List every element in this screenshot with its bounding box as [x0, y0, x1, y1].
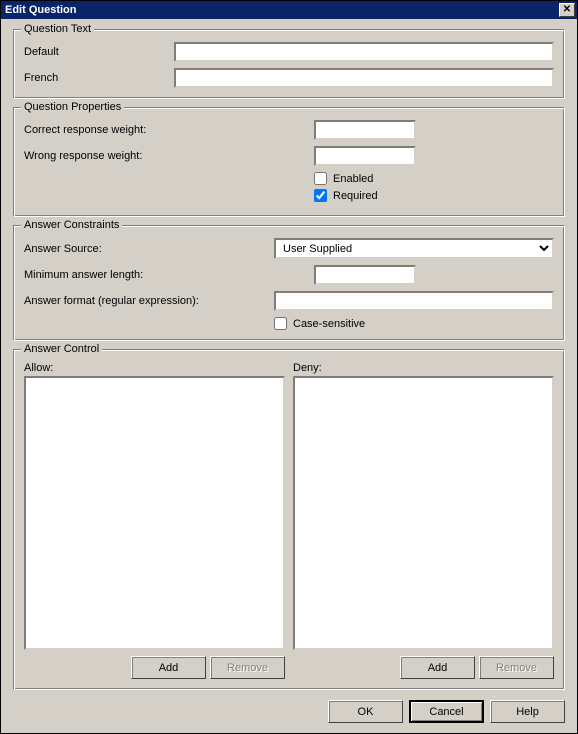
ok-button[interactable]: OK: [328, 700, 403, 723]
answer-control-legend: Answer Control: [21, 343, 102, 355]
allow-label: Allow:: [24, 362, 285, 374]
allow-listbox[interactable]: [24, 376, 285, 650]
correct-weight-input[interactable]: [314, 120, 416, 140]
titlebar: Edit Question ✕: [1, 1, 577, 19]
answer-constraints-legend: Answer Constraints: [21, 219, 122, 231]
question-text-legend: Question Text: [21, 23, 94, 35]
allow-add-button[interactable]: Add: [131, 656, 206, 679]
question-text-group: Question Text Default French: [13, 29, 565, 99]
answer-source-select[interactable]: User Supplied: [274, 238, 554, 259]
answer-constraints-group: Answer Constraints Answer Source: User S…: [13, 225, 565, 341]
answer-format-label: Answer format (regular expression):: [24, 295, 274, 307]
deny-listbox[interactable]: [293, 376, 554, 650]
allow-remove-button[interactable]: Remove: [210, 656, 285, 679]
deny-label: Deny:: [293, 362, 554, 374]
answer-control-group: Answer Control Allow: Add Remove Deny: A…: [13, 349, 565, 690]
cancel-button[interactable]: Cancel: [409, 700, 484, 723]
allow-column: Allow: Add Remove: [24, 362, 285, 679]
french-input[interactable]: [174, 68, 554, 88]
default-label: Default: [24, 46, 174, 58]
french-label: French: [24, 72, 174, 84]
answer-format-input[interactable]: [274, 291, 554, 311]
required-label: Required: [333, 190, 378, 202]
dialog-content: Question Text Default French Question Pr…: [1, 19, 577, 733]
close-icon[interactable]: ✕: [559, 3, 575, 17]
min-length-input[interactable]: [314, 265, 416, 285]
enabled-label: Enabled: [333, 173, 373, 185]
question-properties-group: Question Properties Correct response wei…: [13, 107, 565, 217]
wrong-weight-input[interactable]: [314, 146, 416, 166]
deny-remove-button[interactable]: Remove: [479, 656, 554, 679]
min-length-label: Minimum answer length:: [24, 269, 314, 281]
case-sensitive-label: Case-sensitive: [293, 318, 365, 330]
help-button[interactable]: Help: [490, 700, 565, 723]
dialog-button-row: OK Cancel Help: [13, 696, 565, 727]
default-input[interactable]: [174, 42, 554, 62]
required-checkbox[interactable]: [314, 189, 327, 202]
question-properties-legend: Question Properties: [21, 101, 124, 113]
correct-weight-label: Correct response weight:: [24, 124, 314, 136]
deny-column: Deny: Add Remove: [293, 362, 554, 679]
enabled-checkbox[interactable]: [314, 172, 327, 185]
deny-add-button[interactable]: Add: [400, 656, 475, 679]
wrong-weight-label: Wrong response weight:: [24, 150, 314, 162]
edit-question-dialog: Edit Question ✕ Question Text Default Fr…: [0, 0, 578, 734]
window-title: Edit Question: [5, 1, 77, 19]
case-sensitive-checkbox[interactable]: [274, 317, 287, 330]
answer-source-label: Answer Source:: [24, 243, 274, 255]
